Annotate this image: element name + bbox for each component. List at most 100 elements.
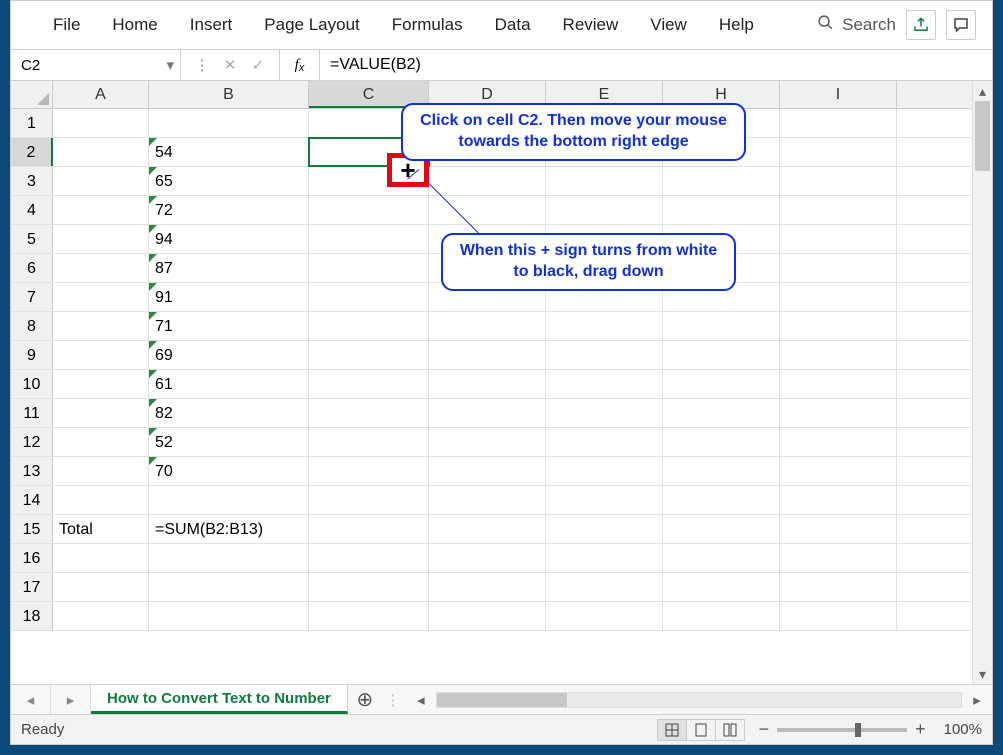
cell-E12[interactable]: [546, 428, 663, 456]
cell-D13[interactable]: [429, 457, 546, 485]
cell-H7[interactable]: [663, 283, 780, 311]
cell-A7[interactable]: [53, 283, 149, 311]
cell-E8[interactable]: [546, 312, 663, 340]
cell-B18[interactable]: [149, 602, 309, 630]
select-all-corner[interactable]: [11, 81, 53, 108]
cell-C6[interactable]: [309, 254, 429, 282]
cell-D16[interactable]: [429, 544, 546, 572]
cell-C9[interactable]: [309, 341, 429, 369]
ribbon-tab-formulas[interactable]: Formulas: [376, 5, 479, 45]
cell-D17[interactable]: [429, 573, 546, 601]
cell-A2[interactable]: [53, 138, 149, 166]
cell-D12[interactable]: [429, 428, 546, 456]
cell-D11[interactable]: [429, 399, 546, 427]
cell-C12[interactable]: [309, 428, 429, 456]
zoom-percent[interactable]: 100%: [944, 721, 982, 738]
formula-input[interactable]: =VALUE(B2): [320, 50, 992, 80]
cell-H18[interactable]: [663, 602, 780, 630]
add-sheet-button[interactable]: ⊕: [348, 685, 382, 714]
cell-E2[interactable]: [546, 138, 663, 166]
vscroll-thumb[interactable]: [975, 101, 990, 171]
cell-C15[interactable]: [309, 515, 429, 543]
cell-I4[interactable]: [780, 196, 897, 224]
cell-B10[interactable]: 61: [149, 370, 309, 398]
cell-D14[interactable]: [429, 486, 546, 514]
cell-H2[interactable]: [663, 138, 780, 166]
hscroll-right-arrow[interactable]: ▸: [968, 691, 986, 709]
cell-B5[interactable]: 94: [149, 225, 309, 253]
cell-H8[interactable]: [663, 312, 780, 340]
cell-E11[interactable]: [546, 399, 663, 427]
cell-B4[interactable]: 72: [149, 196, 309, 224]
cell-C4[interactable]: [309, 196, 429, 224]
cell-A15[interactable]: Total: [53, 515, 149, 543]
cell-E4[interactable]: [546, 196, 663, 224]
ribbon-tab-data[interactable]: Data: [479, 5, 547, 45]
cell-E16[interactable]: [546, 544, 663, 572]
cell-C2[interactable]: 54: [309, 138, 429, 166]
cell-I10[interactable]: [780, 370, 897, 398]
cell-C5[interactable]: [309, 225, 429, 253]
row-header[interactable]: 3: [11, 167, 53, 195]
cell-H3[interactable]: [663, 167, 780, 195]
cell-D10[interactable]: [429, 370, 546, 398]
scroll-down-arrow[interactable]: ▾: [973, 664, 992, 684]
hscroll-track[interactable]: [436, 692, 962, 708]
horizontal-scrollbar[interactable]: ◂ ▸: [406, 685, 992, 714]
cell-E18[interactable]: [546, 602, 663, 630]
cell-E1[interactable]: [546, 109, 663, 137]
cell-A11[interactable]: [53, 399, 149, 427]
cell-I17[interactable]: [780, 573, 897, 601]
cell-H10[interactable]: [663, 370, 780, 398]
cell-I7[interactable]: [780, 283, 897, 311]
cell-C17[interactable]: [309, 573, 429, 601]
view-pagebreak-button[interactable]: [715, 719, 745, 741]
zoom-slider-thumb[interactable]: [855, 723, 861, 737]
cell-A12[interactable]: [53, 428, 149, 456]
cell-A10[interactable]: [53, 370, 149, 398]
row-header[interactable]: 11: [11, 399, 53, 427]
cell-C13[interactable]: [309, 457, 429, 485]
comments-button[interactable]: [946, 10, 976, 40]
col-header-D[interactable]: D: [429, 81, 546, 108]
zoom-in-button[interactable]: +: [915, 719, 926, 740]
cell-A1[interactable]: [53, 109, 149, 137]
sheet-prev-button[interactable]: ◂: [11, 685, 51, 714]
col-header-B[interactable]: B: [149, 81, 309, 108]
cell-E3[interactable]: [546, 167, 663, 195]
cell-C1[interactable]: [309, 109, 429, 137]
row-header[interactable]: 6: [11, 254, 53, 282]
col-header-H[interactable]: H: [663, 81, 780, 108]
cell-A14[interactable]: [53, 486, 149, 514]
cell-E7[interactable]: [546, 283, 663, 311]
cell-B17[interactable]: [149, 573, 309, 601]
formula-dropdown-icon[interactable]: ⋮: [189, 56, 215, 74]
enter-formula-button[interactable]: ✓: [245, 56, 271, 74]
cell-A13[interactable]: [53, 457, 149, 485]
cell-C10[interactable]: [309, 370, 429, 398]
cell-C11[interactable]: [309, 399, 429, 427]
cell-C14[interactable]: [309, 486, 429, 514]
row-header[interactable]: 14: [11, 486, 53, 514]
cell-H11[interactable]: [663, 399, 780, 427]
cell-I11[interactable]: [780, 399, 897, 427]
cell-E15[interactable]: [546, 515, 663, 543]
cell-E13[interactable]: [546, 457, 663, 485]
search-box[interactable]: Search: [807, 10, 906, 40]
cell-I14[interactable]: [780, 486, 897, 514]
cell-B11[interactable]: 82: [149, 399, 309, 427]
cell-D3[interactable]: [429, 167, 546, 195]
ribbon-tab-home[interactable]: Home: [96, 5, 173, 45]
hscroll-thumb[interactable]: [437, 693, 567, 707]
ribbon-tab-file[interactable]: File: [37, 5, 96, 45]
cell-H16[interactable]: [663, 544, 780, 572]
cell-I13[interactable]: [780, 457, 897, 485]
cell-I12[interactable]: [780, 428, 897, 456]
cell-I2[interactable]: [780, 138, 897, 166]
cell-E5[interactable]: [546, 225, 663, 253]
hscroll-left-arrow[interactable]: ◂: [412, 691, 430, 709]
cell-E9[interactable]: [546, 341, 663, 369]
row-header[interactable]: 18: [11, 602, 53, 630]
cell-B14[interactable]: [149, 486, 309, 514]
cell-E14[interactable]: [546, 486, 663, 514]
